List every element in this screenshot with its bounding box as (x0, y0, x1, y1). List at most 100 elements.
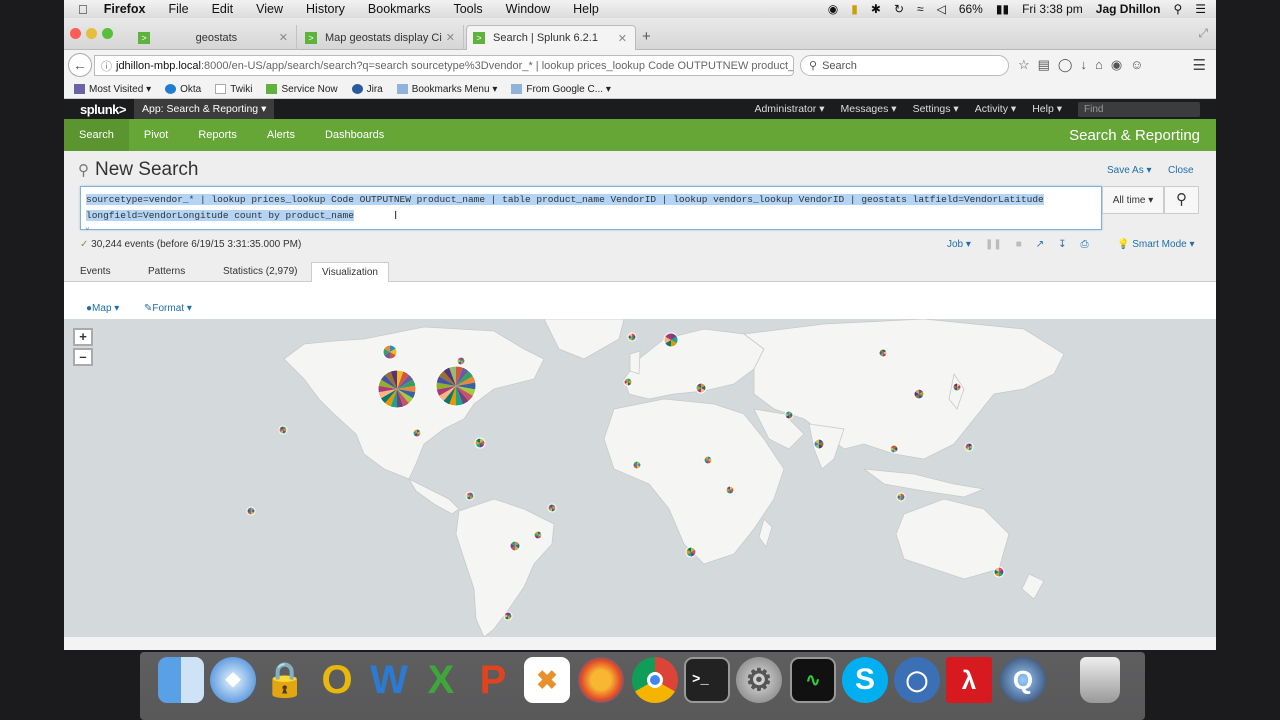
pie-marker[interactable] (913, 388, 925, 400)
close-tab-icon[interactable]: ✕ (446, 31, 455, 44)
powerpoint-icon[interactable]: P (470, 657, 516, 703)
menu-bookmarks[interactable]: Bookmarks (368, 2, 431, 16)
pie-marker[interactable] (623, 377, 633, 387)
world-map[interactable] (64, 319, 1216, 637)
chrome-icon[interactable] (632, 657, 678, 703)
pie-marker[interactable] (456, 356, 466, 366)
pie-marker[interactable] (627, 332, 637, 342)
wifi-icon[interactable]: ≈ (917, 2, 924, 16)
time-range-picker[interactable]: All time ▾ (1102, 186, 1164, 214)
outlook-icon[interactable]: O (314, 657, 360, 703)
new-tab-button[interactable]: + (642, 28, 651, 45)
zoom-out-button[interactable]: – (73, 348, 93, 366)
menu-activity[interactable]: Activity ▾ (975, 103, 1016, 115)
pie-marker[interactable] (663, 332, 679, 348)
nav-alerts[interactable]: Alerts (252, 119, 310, 151)
apple-icon[interactable]:  (78, 2, 88, 17)
app-menu-firefox[interactable]: Firefox (104, 2, 146, 16)
bookmark-okta[interactable]: Okta (165, 84, 201, 95)
find-input[interactable]: Find (1078, 101, 1200, 117)
share-icon[interactable]: ↗ (1036, 239, 1044, 250)
pie-marker[interactable] (632, 460, 642, 470)
skype-icon[interactable]: S (842, 657, 888, 703)
minimize-window-button[interactable] (86, 28, 97, 39)
map-type-menu[interactable]: ●Map ▾ (86, 303, 119, 314)
shield-icon[interactable]: ▮ (851, 2, 858, 16)
menu-view[interactable]: View (256, 2, 283, 16)
pie-marker[interactable] (382, 344, 398, 360)
pie-marker[interactable] (964, 442, 974, 452)
menu-settings[interactable]: Settings ▾ (913, 103, 959, 115)
bookmark-jira[interactable]: Jira (351, 84, 383, 95)
hamburger-menu-icon[interactable]: ☰ (1193, 56, 1206, 74)
word-icon[interactable]: W (366, 657, 412, 703)
excel-icon[interactable]: X (418, 657, 464, 703)
pie-marker[interactable] (813, 438, 825, 450)
office-grid-icon[interactable]: ✖ (524, 657, 570, 703)
menu-help-splunk[interactable]: Help ▾ (1032, 103, 1062, 115)
pause-icon[interactable]: ❚❚ (985, 239, 1002, 250)
menu-messages[interactable]: Messages ▾ (841, 103, 897, 115)
toolbar-icons[interactable]: ☆▤◯↓⌂◉☺ (1018, 57, 1151, 73)
zoom-in-button[interactable]: + (73, 328, 93, 346)
pie-marker[interactable] (435, 365, 477, 407)
menu-edit[interactable]: Edit (212, 2, 234, 16)
tab-visualization[interactable]: Visualization (311, 262, 389, 283)
map-visualization[interactable]: + – (64, 319, 1216, 637)
close-window-button[interactable] (70, 28, 81, 39)
nav-dashboards[interactable]: Dashboards (310, 119, 399, 151)
print-icon[interactable]: ⎙ (1081, 239, 1089, 250)
notification-icon[interactable]: ☰ (1195, 2, 1206, 16)
back-button[interactable]: ← (68, 53, 92, 77)
activity-monitor-icon[interactable]: ∿ (790, 657, 836, 703)
tab-map-geostats[interactable]: > Map geostats display City ... ✕ (299, 25, 464, 50)
time-machine-icon[interactable]: ↻ (894, 2, 904, 16)
terminal-icon[interactable]: >_ (684, 657, 730, 703)
record-icon[interactable]: ◉ (828, 2, 838, 16)
save-as-button[interactable]: Save As ▾ (1107, 165, 1152, 176)
export-icon[interactable]: ↧ (1058, 239, 1066, 250)
browser-search-box[interactable]: ⚲ Search (800, 55, 1009, 76)
menu-help[interactable]: Help (573, 2, 599, 16)
tab-statistics[interactable]: Statistics (2,979) (213, 262, 307, 282)
format-menu[interactable]: ✎Format ▾ (144, 303, 192, 314)
tab-patterns[interactable]: Patterns (138, 262, 195, 282)
chat-icon[interactable]: ◯ (894, 657, 940, 703)
pie-marker[interactable] (703, 455, 713, 465)
pie-marker[interactable] (685, 546, 697, 558)
close-tab-icon[interactable]: ✕ (279, 31, 288, 44)
finder-icon[interactable] (158, 657, 204, 703)
close-tab-icon[interactable]: ✕ (618, 32, 627, 45)
search-button[interactable]: ⚲ (1164, 186, 1199, 214)
bookmark-from-google[interactable]: From Google C... ▾ (511, 84, 611, 95)
pie-marker[interactable] (695, 382, 707, 394)
menu-history[interactable]: History (306, 2, 345, 16)
pie-marker[interactable] (503, 611, 513, 621)
nav-search[interactable]: Search (64, 119, 129, 151)
nav-reports[interactable]: Reports (183, 119, 252, 151)
tab-geostats[interactable]: > geostats ✕ (132, 25, 297, 50)
keychain-icon[interactable]: 🔒 (262, 657, 308, 703)
spotlight-icon[interactable]: ⚲ (1173, 2, 1182, 16)
tab-search-splunk[interactable]: > Search | Splunk 6.2.1 ✕ (466, 25, 636, 50)
menu-administrator[interactable]: Administrator ▾ (754, 103, 824, 115)
pie-marker[interactable] (246, 506, 256, 516)
pie-marker[interactable] (889, 444, 899, 454)
volume-icon[interactable]: ◁ (937, 2, 946, 16)
nav-pivot[interactable]: Pivot (129, 119, 183, 151)
bluetooth-icon[interactable]: ✱ (871, 2, 881, 16)
menu-file[interactable]: File (168, 2, 188, 16)
bookmark-twiki[interactable]: Twiki (215, 84, 252, 95)
firefox-icon[interactable] (578, 657, 624, 703)
pie-marker[interactable] (878, 348, 888, 358)
pie-marker[interactable] (377, 369, 417, 409)
search-mode-menu[interactable]: 💡 Smart Mode ▾ (1117, 239, 1195, 250)
quicktime-icon[interactable]: Q (1000, 657, 1046, 703)
stop-icon[interactable]: ■ (1016, 239, 1022, 250)
pie-marker[interactable] (952, 382, 962, 392)
bookmark-service-now[interactable]: Service Now (266, 84, 338, 95)
expand-query-icon[interactable]: ⌄ (85, 220, 90, 236)
system-preferences-icon[interactable]: ⚙ (736, 657, 782, 703)
pie-marker[interactable] (278, 425, 288, 435)
pie-marker[interactable] (784, 410, 794, 420)
